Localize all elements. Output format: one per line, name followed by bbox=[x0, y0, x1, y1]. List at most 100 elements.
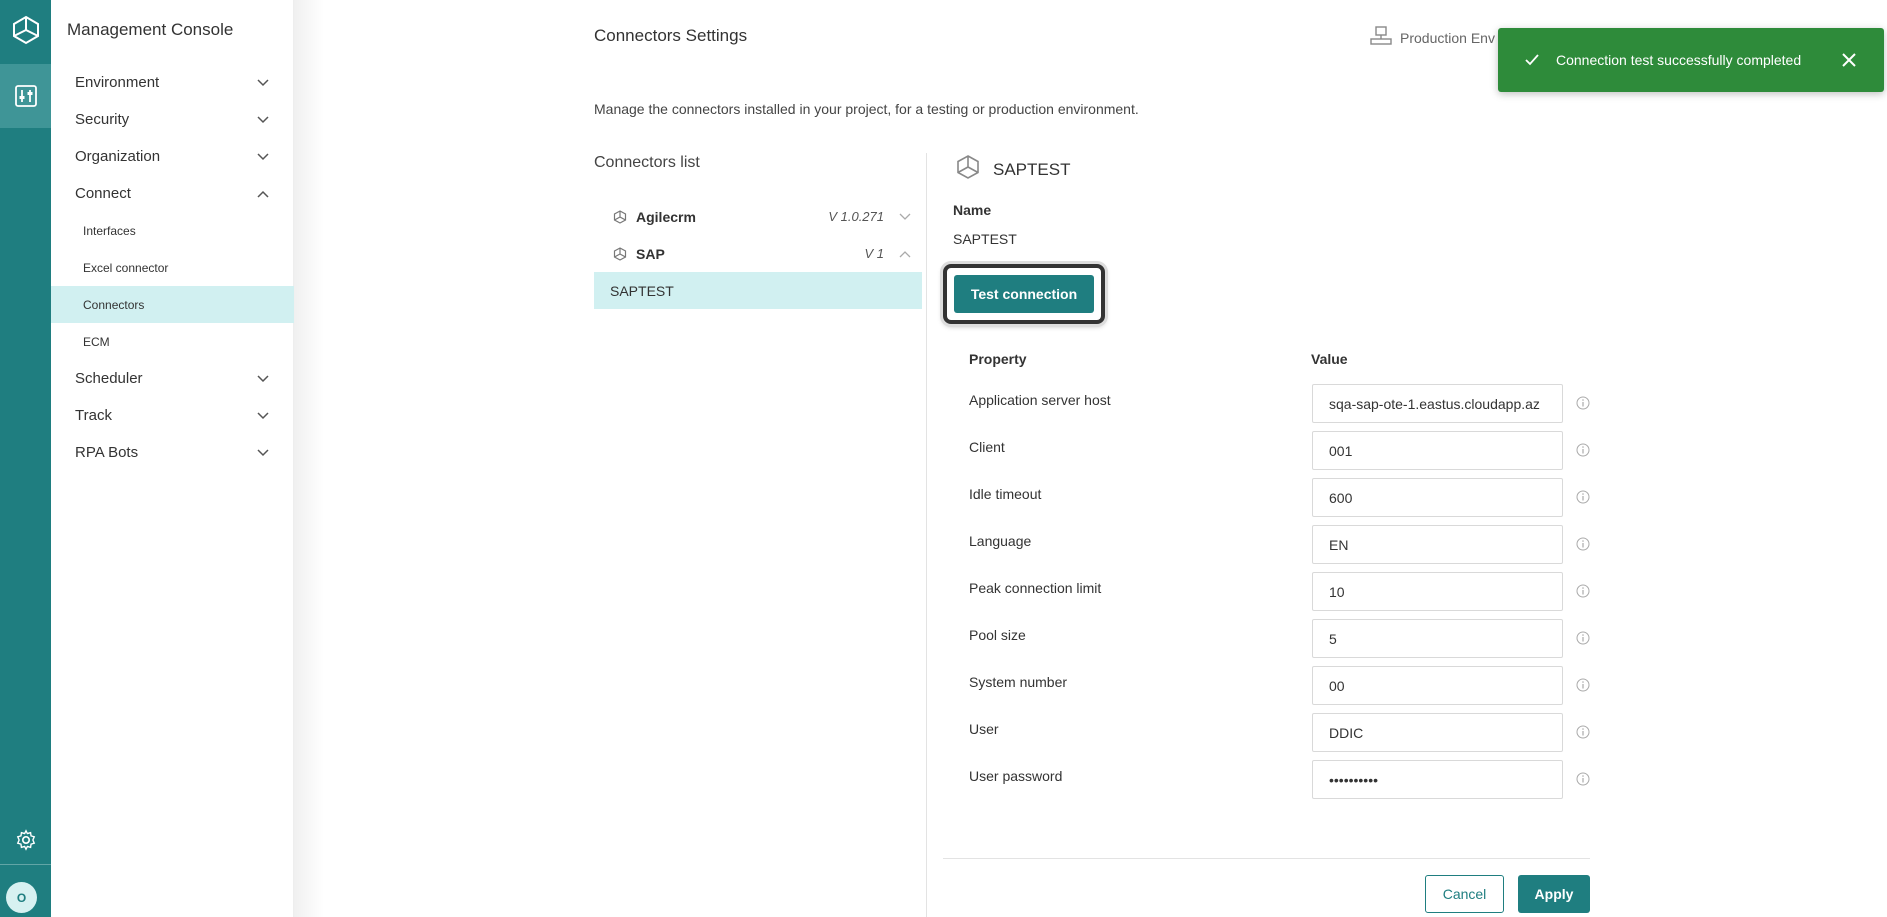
sidebar-item-label: Environment bbox=[75, 74, 160, 91]
client-field[interactable]: 001 bbox=[1312, 431, 1563, 470]
user-password-field[interactable]: •••••••••• bbox=[1312, 760, 1563, 799]
sidebar-item-environment[interactable]: Environment bbox=[51, 64, 294, 101]
pool-size-field[interactable]: 5 bbox=[1312, 619, 1563, 658]
property-row: Peak connection limit 10 bbox=[969, 572, 1609, 619]
info-icon[interactable] bbox=[1576, 443, 1590, 457]
page-description: Manage the connectors installed in your … bbox=[594, 101, 1139, 117]
avatar[interactable]: O bbox=[6, 882, 37, 913]
page-title: Connectors Settings bbox=[594, 26, 748, 45]
peak-connection-limit-field[interactable]: 10 bbox=[1312, 572, 1563, 611]
connector-row-sap[interactable]: SAP V 1 bbox=[594, 235, 922, 272]
property-row: Client 001 bbox=[969, 431, 1609, 478]
property-label: Client bbox=[969, 439, 1005, 455]
chevron-down-icon bbox=[256, 150, 270, 164]
info-icon[interactable] bbox=[1576, 772, 1590, 786]
info-icon[interactable] bbox=[1576, 396, 1590, 410]
rail-divider bbox=[0, 864, 51, 865]
footer-divider bbox=[943, 858, 1590, 859]
property-label: Idle timeout bbox=[969, 486, 1042, 502]
property-label: User bbox=[969, 721, 999, 737]
gear-icon[interactable] bbox=[0, 822, 51, 858]
chevron-down-icon bbox=[256, 409, 270, 423]
check-icon bbox=[1524, 52, 1540, 68]
value-column-header: Value bbox=[1311, 351, 1348, 367]
property-row: Language EN bbox=[969, 525, 1609, 572]
sidebar-item-excel-connector[interactable]: Excel connector bbox=[51, 249, 294, 286]
chevron-down-icon[interactable] bbox=[898, 210, 912, 224]
sidebar-item-track[interactable]: Track bbox=[51, 397, 294, 434]
property-label: Language bbox=[969, 533, 1032, 549]
property-label: Application server host bbox=[969, 392, 1111, 408]
sidebar-item-security[interactable]: Security bbox=[51, 101, 294, 138]
detail-header: SAPTEST bbox=[955, 154, 1070, 185]
sidebar-item-label: Security bbox=[75, 111, 130, 128]
connector-name: SAP bbox=[636, 245, 665, 262]
property-row: User password •••••••••• bbox=[969, 760, 1609, 807]
info-icon[interactable] bbox=[1576, 725, 1590, 739]
info-icon[interactable] bbox=[1576, 490, 1590, 504]
idle-timeout-field[interactable]: 600 bbox=[1312, 478, 1563, 517]
user-field[interactable]: DDIC bbox=[1312, 713, 1563, 752]
environment-selector[interactable]: Production Env bbox=[1370, 26, 1495, 49]
environment-label: Production Env bbox=[1400, 29, 1495, 46]
properties-header: Property Value bbox=[969, 351, 1589, 367]
apply-button[interactable]: Apply bbox=[1518, 875, 1590, 913]
chevron-up-icon[interactable] bbox=[898, 247, 912, 261]
close-icon[interactable] bbox=[1840, 51, 1858, 69]
language-field[interactable]: EN bbox=[1312, 525, 1563, 564]
property-row: User DDIC bbox=[969, 713, 1609, 760]
property-label: Pool size bbox=[969, 627, 1026, 643]
connectors-list: Agilecrm V 1.0.271 SAP V 1 SAPTEST bbox=[594, 198, 922, 309]
console-app-icon[interactable] bbox=[0, 64, 51, 128]
name-label: Name bbox=[953, 202, 992, 218]
sidebar: Management Console Environment Security … bbox=[51, 0, 294, 917]
property-row: Application server host sqa-sap-ote-1.ea… bbox=[969, 384, 1609, 431]
info-icon[interactable] bbox=[1576, 631, 1590, 645]
sidebar-item-connect[interactable]: Connect bbox=[51, 175, 294, 212]
info-icon[interactable] bbox=[1576, 537, 1590, 551]
sidebar-item-rpa-bots[interactable]: RPA Bots bbox=[51, 434, 294, 471]
chevron-down-icon bbox=[256, 113, 270, 127]
sidebar-item-label: Organization bbox=[75, 148, 161, 165]
app-title: Management Console bbox=[67, 20, 234, 39]
sidebar-item-connectors[interactable]: Connectors bbox=[51, 286, 294, 323]
property-column-header: Property bbox=[969, 351, 1027, 367]
connector-version: V 1 bbox=[864, 246, 884, 261]
name-value: SAPTEST bbox=[953, 231, 1017, 247]
test-connection-button[interactable]: Test connection bbox=[954, 275, 1094, 313]
chevron-up-icon bbox=[256, 187, 270, 201]
test-connection-focus-ring: Test connection bbox=[943, 264, 1105, 324]
sidebar-item-organization[interactable]: Organization bbox=[51, 138, 294, 175]
toast-message: Connection test successfully completed bbox=[1556, 52, 1802, 68]
connector-icon bbox=[612, 209, 628, 225]
connector-row-agilecrm[interactable]: Agilecrm V 1.0.271 bbox=[594, 198, 922, 235]
sidebar-item-label: RPA Bots bbox=[75, 444, 139, 461]
cancel-button[interactable]: Cancel bbox=[1425, 875, 1504, 913]
connector-icon bbox=[955, 154, 981, 185]
info-icon[interactable] bbox=[1576, 584, 1590, 598]
chevron-down-icon bbox=[256, 446, 270, 460]
chevron-down-icon bbox=[256, 372, 270, 386]
app-rail: O bbox=[0, 0, 51, 917]
sidebar-item-scheduler[interactable]: Scheduler bbox=[51, 360, 294, 397]
sidebar-item-label: Scheduler bbox=[75, 370, 143, 387]
connector-name: Agilecrm bbox=[636, 208, 696, 225]
logo-icon[interactable] bbox=[0, 0, 51, 60]
properties-table: Application server host sqa-sap-ote-1.ea… bbox=[969, 384, 1609, 807]
system-number-field[interactable]: 00 bbox=[1312, 666, 1563, 705]
property-label: System number bbox=[969, 674, 1068, 690]
property-label: Peak connection limit bbox=[969, 580, 1102, 596]
connector-instance-saptest[interactable]: SAPTEST bbox=[594, 272, 922, 309]
application-server-host-field[interactable]: sqa-sap-ote-1.eastus.cloudapp.az bbox=[1312, 384, 1563, 423]
sidebar-item-label: Track bbox=[75, 407, 112, 424]
connector-icon bbox=[612, 246, 628, 262]
sidebar-item-interfaces[interactable]: Interfaces bbox=[51, 212, 294, 249]
property-row: System number 00 bbox=[969, 666, 1609, 713]
detail-title: SAPTEST bbox=[993, 159, 1071, 179]
sidebar-shadow bbox=[294, 0, 324, 917]
sidebar-item-label: Connect bbox=[75, 185, 131, 202]
property-row: Pool size 5 bbox=[969, 619, 1609, 666]
connectors-list-title: Connectors list bbox=[594, 154, 700, 171]
info-icon[interactable] bbox=[1576, 678, 1590, 692]
sidebar-item-ecm[interactable]: ECM bbox=[51, 323, 294, 360]
